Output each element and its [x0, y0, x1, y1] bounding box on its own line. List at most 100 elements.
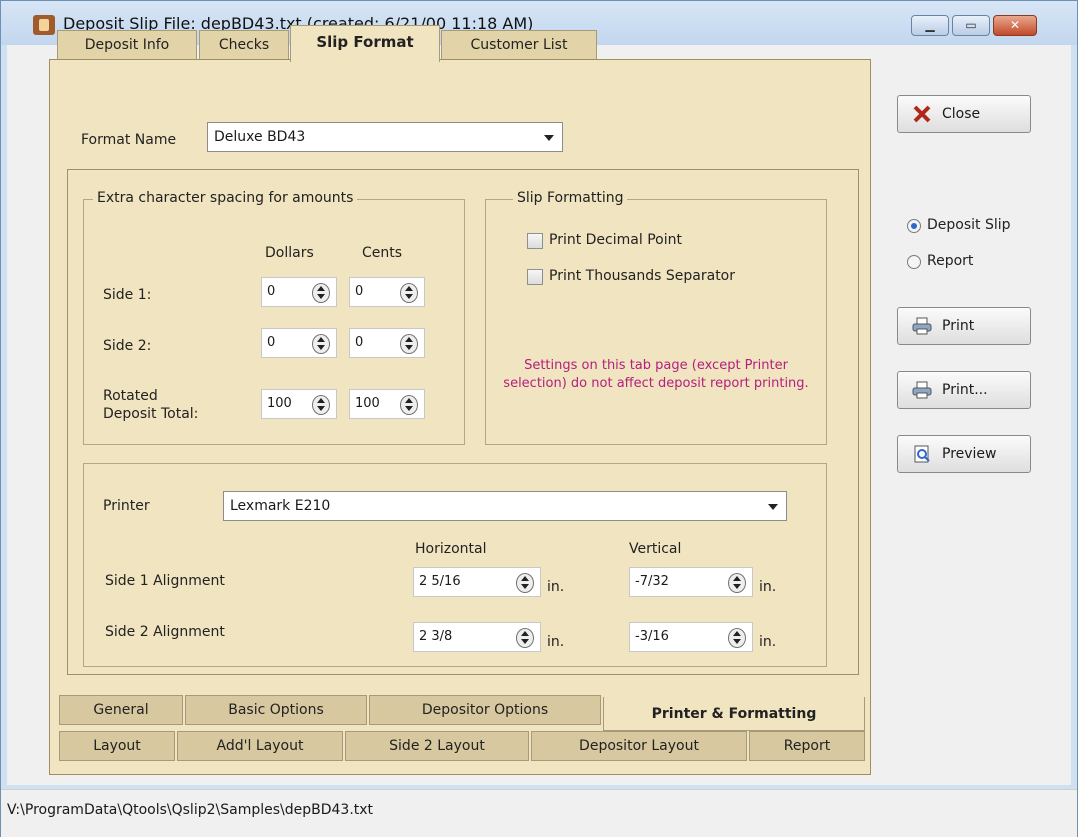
report-radio-label: Report	[927, 253, 974, 269]
spin-arrows-icon[interactable]	[400, 283, 418, 303]
side1-cents-stepper[interactable]: 0	[349, 277, 425, 307]
stepper-value: 0	[267, 284, 276, 299]
spacing-group-title: Extra character spacing for amounts	[93, 190, 358, 206]
print-button[interactable]: Print	[897, 307, 1031, 345]
tab-label: Report	[783, 738, 831, 754]
side2-vertical-stepper[interactable]: -3/16	[629, 622, 753, 652]
spin-arrows-icon[interactable]	[516, 573, 534, 593]
side1-horizontal-stepper[interactable]: 2 5/16	[413, 567, 541, 597]
side1-vertical-stepper[interactable]: -7/32	[629, 567, 753, 597]
horizontal-header: Horizontal	[415, 541, 487, 557]
maximize-button[interactable]: ▭	[952, 15, 990, 36]
tab-label: Depositor Options	[421, 702, 549, 718]
side2-dollars-stepper[interactable]: 0	[261, 328, 337, 358]
stepper-value: 100	[267, 396, 292, 411]
close-button-label: Close	[942, 106, 981, 122]
tab-label: Layout	[93, 738, 141, 754]
dollars-header: Dollars	[265, 245, 314, 261]
app-icon	[33, 15, 55, 35]
tab-side2-layout[interactable]: Side 2 Layout	[345, 731, 529, 761]
tab-basic-options[interactable]: Basic Options	[185, 695, 367, 725]
spin-arrows-icon[interactable]	[312, 395, 330, 415]
cents-header: Cents	[362, 245, 403, 261]
red-x-icon	[913, 105, 931, 123]
tab-label: Printer & Formatting	[651, 706, 817, 722]
stepper-value: -7/32	[635, 574, 669, 589]
vertical-header: Vertical	[629, 541, 682, 557]
unit-label: in.	[759, 634, 777, 650]
tab-label: Side 2 Layout	[389, 738, 485, 754]
tab-label: Customer List	[470, 37, 568, 53]
stepper-value: 0	[267, 335, 276, 350]
print-thousands-separator-checkbox[interactable]	[527, 269, 543, 285]
status-file-path: V:\ProgramData\Qtools\Qslip2\Samples\dep…	[7, 802, 374, 818]
spin-arrows-icon[interactable]	[312, 283, 330, 303]
tab-depositor-options[interactable]: Depositor Options	[369, 695, 601, 725]
minimize-icon: ▁	[925, 18, 935, 32]
slip-formatting-title: Slip Formatting	[513, 190, 628, 206]
app-window: Deposit Slip File: depBD43.txt (created:…	[0, 0, 1078, 837]
tab-checks[interactable]: Checks	[199, 30, 289, 60]
window-close-button[interactable]: ✕	[993, 15, 1037, 36]
side2-cents-stepper[interactable]: 0	[349, 328, 425, 358]
tab-deposit-info[interactable]: Deposit Info	[57, 30, 197, 60]
side1-spacing-label: Side 1:	[103, 287, 152, 303]
printer-icon	[912, 381, 932, 399]
unit-label: in.	[547, 579, 565, 595]
slip-formatting-note: Settings on this tab page (except Printe…	[503, 358, 809, 391]
print-decimal-point-label: Print Decimal Point	[549, 232, 682, 248]
rotated-total-label: Rotated Deposit Total:	[103, 388, 199, 422]
unit-label: in.	[547, 634, 565, 650]
tab-printer-formatting[interactable]: Printer & Formatting	[603, 697, 865, 731]
side1-dollars-stepper[interactable]: 0	[261, 277, 337, 307]
tab-general[interactable]: General	[59, 695, 183, 725]
tab-label: General	[93, 702, 149, 718]
status-bar: V:\ProgramData\Qtools\Qslip2\Samples\dep…	[1, 789, 1077, 837]
tab-customer-list[interactable]: Customer List	[441, 30, 597, 60]
format-name-select[interactable]: Deluxe BD43	[207, 122, 563, 152]
tab-depositor-layout[interactable]: Depositor Layout	[531, 731, 747, 761]
spin-arrows-icon[interactable]	[400, 334, 418, 354]
tab-slip-format[interactable]: Slip Format	[290, 25, 440, 62]
stepper-value: -3/16	[635, 629, 669, 644]
rotated-cents-stepper[interactable]: 100	[349, 389, 425, 419]
deposit-slip-radio-label: Deposit Slip	[927, 217, 1011, 233]
print-dialog-button-label: Print...	[942, 382, 988, 398]
maximize-icon: ▭	[965, 18, 977, 32]
spin-arrows-icon[interactable]	[516, 628, 534, 648]
side2-horizontal-stepper[interactable]: 2 3/8	[413, 622, 541, 652]
close-button[interactable]: Close	[897, 95, 1031, 133]
printer-select[interactable]: Lexmark E210	[223, 491, 787, 521]
print-thousands-separator-label: Print Thousands Separator	[549, 268, 736, 284]
preview-button[interactable]: Preview	[897, 435, 1031, 473]
printer-icon	[912, 317, 932, 335]
stepper-value: 0	[355, 284, 364, 299]
stepper-value: 0	[355, 335, 364, 350]
print-button-label: Print	[942, 318, 975, 334]
printer-value: Lexmark E210	[230, 498, 331, 514]
report-radio[interactable]	[907, 255, 921, 269]
chevron-down-icon	[768, 504, 778, 510]
tab-layout[interactable]: Layout	[59, 731, 175, 761]
minimize-button[interactable]: ▁	[911, 15, 949, 36]
tab-report[interactable]: Report	[749, 731, 865, 761]
rotated-dollars-stepper[interactable]: 100	[261, 389, 337, 419]
format-name-label: Format Name	[81, 132, 177, 148]
preview-icon	[914, 445, 930, 463]
spin-arrows-icon[interactable]	[400, 395, 418, 415]
print-dialog-button[interactable]: Print...	[897, 371, 1031, 409]
spin-arrows-icon[interactable]	[312, 334, 330, 354]
spin-arrows-icon[interactable]	[728, 573, 746, 593]
stepper-value: 100	[355, 396, 380, 411]
preview-button-label: Preview	[942, 446, 997, 462]
tab-label: Depositor Layout	[579, 738, 699, 754]
tab-label: Slip Format	[316, 33, 414, 51]
print-decimal-point-checkbox[interactable]	[527, 233, 543, 249]
tab-addl-layout[interactable]: Add'l Layout	[177, 731, 343, 761]
tab-label: Basic Options	[228, 702, 324, 718]
deposit-slip-radio[interactable]	[907, 219, 921, 233]
unit-label: in.	[759, 579, 777, 595]
side2-alignment-label: Side 2 Alignment	[105, 624, 225, 640]
stepper-value: 2 5/16	[419, 574, 461, 589]
spin-arrows-icon[interactable]	[728, 628, 746, 648]
